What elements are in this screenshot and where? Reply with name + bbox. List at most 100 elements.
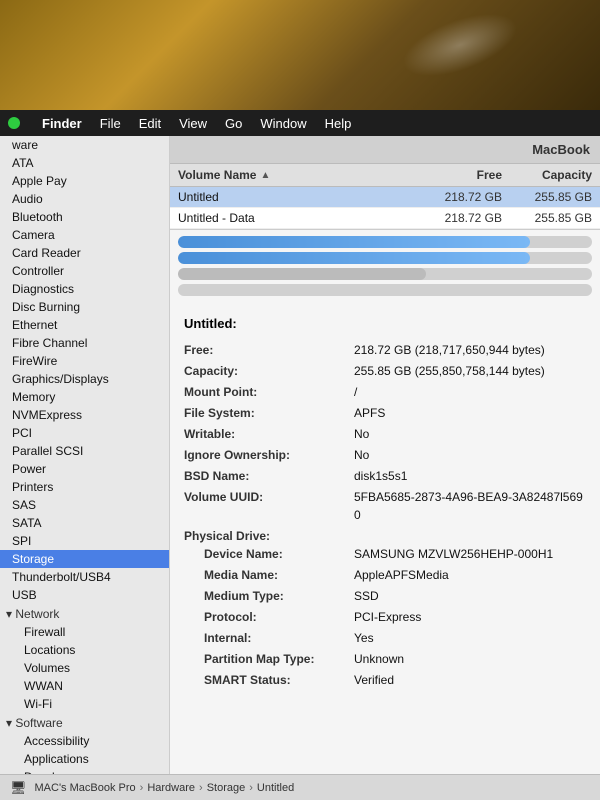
detail-row-0: Free:218.72 GB (218,717,650,944 bytes) (184, 341, 586, 359)
sidebar-item-volumes[interactable]: Volumes (0, 659, 169, 677)
sidebar-item-thunderbolt-usb4[interactable]: Thunderbolt/USB4 (0, 568, 169, 586)
sidebar-item-diagnostics[interactable]: Diagnostics (0, 280, 169, 298)
volume-cap-1: 255.85 GB (502, 211, 592, 225)
breadcrumb-bar: 🖥 MAC's MacBook Pro › Hardware › Storage… (0, 774, 600, 800)
sidebar-item-ata[interactable]: ATA (0, 154, 169, 172)
bar-fill-3 (178, 268, 426, 280)
sidebar-item-firewire[interactable]: FireWire (0, 352, 169, 370)
menu-edit[interactable]: Edit (139, 116, 161, 131)
sidebar-item-camera[interactable]: Camera (0, 226, 169, 244)
window-title: MacBook (532, 142, 590, 157)
sidebar-item-sas[interactable]: SAS (0, 496, 169, 514)
sidebar-item-nvmexpress[interactable]: NVMExpress (0, 406, 169, 424)
bar-track-3 (178, 268, 592, 280)
volume-free-1: 218.72 GB (412, 211, 502, 225)
physical-drive-row-1: Media Name:AppleAPFSMedia (184, 566, 586, 584)
menu-help[interactable]: Help (325, 116, 352, 131)
sidebar-section-header-26[interactable]: ▾ Network (0, 604, 169, 623)
menu-app-name: Finder (42, 116, 82, 131)
sidebar-item-locations[interactable]: Locations (0, 641, 169, 659)
photo-background (0, 0, 600, 110)
sidebar-item-spi[interactable]: SPI (0, 532, 169, 550)
sidebar-item-accessibility[interactable]: Accessibility (0, 732, 169, 750)
breadcrumb-item-2[interactable]: Storage (207, 782, 246, 794)
sidebar-item-applications[interactable]: Applications (0, 750, 169, 768)
sidebar: wareATAApple PayAudioBluetoothCameraCard… (0, 136, 170, 774)
menu-window[interactable]: Window (260, 116, 306, 131)
bar-row-3 (178, 268, 592, 280)
menu-view[interactable]: View (179, 116, 207, 131)
bar-row-1 (178, 236, 592, 248)
volume-table: Volume Name ▲ Free Capacity Untitled 218… (170, 164, 600, 230)
physical-drive-row-5: Partition Map Type:Unknown (184, 650, 586, 668)
col-free: Free (412, 168, 502, 182)
col-capacity: Capacity (502, 168, 592, 182)
volume-cap-0: 255.85 GB (502, 190, 592, 204)
bar-track-4 (178, 284, 592, 296)
volume-row-1[interactable]: Untitled - Data 218.72 GB 255.85 GB (170, 208, 600, 229)
sidebar-item-ware[interactable]: ware (0, 136, 169, 154)
sidebar-item-wi-fi[interactable]: Wi-Fi (0, 695, 169, 713)
detail-row-4: Writable:No (184, 425, 586, 443)
window-titlebar: MacBook (170, 136, 600, 164)
sidebar-item-developer[interactable]: Developer (0, 768, 169, 774)
sidebar-item-storage[interactable]: Storage (0, 550, 169, 568)
breadcrumb-item-1[interactable]: Hardware (147, 782, 195, 794)
sidebar-item-wwan[interactable]: WWAN (0, 677, 169, 695)
sidebar-item-card-reader[interactable]: Card Reader (0, 244, 169, 262)
sidebar-item-sata[interactable]: SATA (0, 514, 169, 532)
volume-name-1: Untitled - Data (178, 211, 412, 225)
physical-drive-row-6: SMART Status:Verified (184, 671, 586, 689)
sidebar-item-disc-burning[interactable]: Disc Burning (0, 298, 169, 316)
sidebar-item-usb[interactable]: USB (0, 586, 169, 604)
volume-free-0: 218.72 GB (412, 190, 502, 204)
detail-row-2: Mount Point:/ (184, 383, 586, 401)
sidebar-item-fibre-channel[interactable]: Fibre Channel (0, 334, 169, 352)
sidebar-section-header-32[interactable]: ▾ Software (0, 713, 169, 732)
detail-title: Untitled: (184, 316, 586, 331)
volume-name-0: Untitled (178, 190, 412, 204)
sidebar-item-pci[interactable]: PCI (0, 424, 169, 442)
sidebar-item-controller[interactable]: Controller (0, 262, 169, 280)
sidebar-item-printers[interactable]: Printers (0, 478, 169, 496)
bar-row-2 (178, 252, 592, 264)
sidebar-item-parallel-scsi[interactable]: Parallel SCSI (0, 442, 169, 460)
volume-table-header: Volume Name ▲ Free Capacity (170, 164, 600, 187)
storage-bars (170, 230, 600, 306)
detail-row-7: Volume UUID:5FBA5685-2873-4A96-BEA9-3A82… (184, 488, 586, 524)
detail-row-6: BSD Name:disk1s5s1 (184, 467, 586, 485)
main-container: wareATAApple PayAudioBluetoothCameraCard… (0, 136, 600, 774)
detail-row-1: Capacity:255.85 GB (255,850,758,144 byte… (184, 362, 586, 380)
menu-go[interactable]: Go (225, 116, 242, 131)
physical-drive-row-3: Protocol:PCI-Express (184, 608, 586, 626)
physical-drive-row-4: Internal:Yes (184, 629, 586, 647)
breadcrumb-item-0[interactable]: MAC's MacBook Pro (35, 782, 136, 794)
physical-drive-row-0: Device Name:SAMSUNG MZVLW256HEHP-000H1 (184, 545, 586, 563)
sidebar-item-memory[interactable]: Memory (0, 388, 169, 406)
volume-rows: Untitled 218.72 GB 255.85 GB Untitled - … (170, 187, 600, 229)
detail-row-5: Ignore Ownership:No (184, 446, 586, 464)
breadcrumb-item-3[interactable]: Untitled (257, 782, 294, 794)
sort-arrow: ▲ (260, 170, 270, 181)
detail-row-physical-drive: Physical Drive: (184, 527, 586, 545)
bar-track-1 (178, 236, 592, 248)
volume-row-0[interactable]: Untitled 218.72 GB 255.85 GB (170, 187, 600, 208)
bar-fill-2 (178, 252, 530, 264)
traffic-light-green[interactable] (8, 117, 20, 129)
sidebar-item-graphics-displays[interactable]: Graphics/Displays (0, 370, 169, 388)
detail-section: Untitled: Free:218.72 GB (218,717,650,94… (170, 306, 600, 774)
sidebar-item-apple-pay[interactable]: Apple Pay (0, 172, 169, 190)
physical-drive-rows: Device Name:SAMSUNG MZVLW256HEHP-000H1 Me… (184, 545, 586, 689)
menu-bar: Finder File Edit View Go Window Help (0, 110, 600, 136)
computer-icon: 🖥 (10, 780, 27, 796)
sidebar-item-power[interactable]: Power (0, 460, 169, 478)
sidebar-item-bluetooth[interactable]: Bluetooth (0, 208, 169, 226)
physical-drive-row-2: Medium Type:SSD (184, 587, 586, 605)
sidebar-item-audio[interactable]: Audio (0, 190, 169, 208)
menu-file[interactable]: File (100, 116, 121, 131)
content-area: MacBook Volume Name ▲ Free Capacity Unti… (170, 136, 600, 774)
sidebar-item-firewall[interactable]: Firewall (0, 623, 169, 641)
detail-rows: Free:218.72 GB (218,717,650,944 bytes) Ca… (184, 341, 586, 545)
sidebar-item-ethernet[interactable]: Ethernet (0, 316, 169, 334)
bar-row-4 (178, 284, 592, 296)
